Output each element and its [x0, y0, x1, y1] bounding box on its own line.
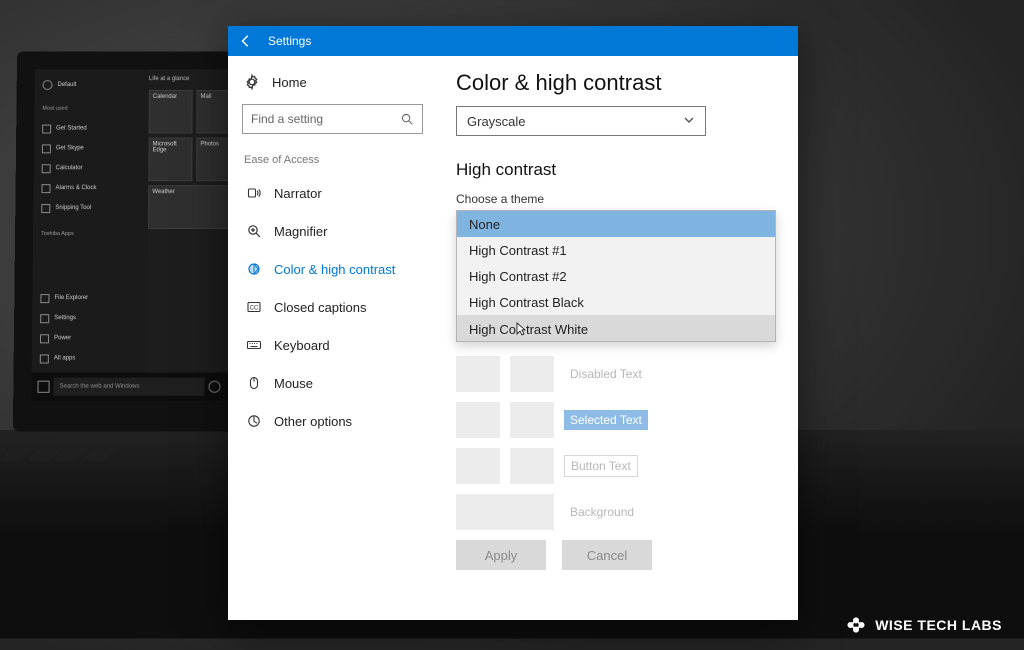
theme-dropdown[interactable]: None High Contrast #1 High Contrast #2 H… — [456, 210, 776, 342]
swatch — [510, 356, 554, 392]
keyboard-icon — [246, 337, 262, 353]
window-title: Settings — [268, 34, 311, 48]
back-button[interactable] — [238, 33, 254, 49]
option-label: High Cotrast White — [469, 320, 588, 337]
start-user: Default — [57, 82, 76, 88]
button-label: Apply — [485, 548, 518, 563]
search-placeholder: Find a setting — [251, 112, 323, 126]
option-label: None — [469, 217, 500, 232]
start-item: Snipping Tool — [55, 205, 91, 211]
search-icon — [400, 112, 414, 126]
contrast-icon — [246, 261, 262, 277]
cancel-button[interactable]: Cancel — [562, 540, 652, 570]
button-label: Cancel — [587, 548, 627, 563]
page-title: Color & high contrast — [456, 70, 776, 96]
chevron-down-icon — [683, 114, 695, 129]
watermark: WISE TECH LABS — [845, 614, 1002, 636]
tile: Mail — [201, 94, 212, 100]
option-label: High Contrast #1 — [469, 243, 567, 258]
nav-pane: Home Find a setting Ease of Access Narra… — [228, 56, 434, 620]
apply-button[interactable]: Apply — [456, 540, 546, 570]
settings-window: Settings Home Find a setting Ease of Acc… — [228, 26, 798, 620]
nav-label: Keyboard — [274, 338, 330, 353]
selected-text-chip: Selected Text — [564, 410, 648, 430]
theme-option-none[interactable]: None — [457, 211, 775, 237]
content-pane: Color & high contrast Grayscale High con… — [434, 56, 798, 620]
tile: Photos — [200, 141, 219, 147]
nav-keyboard[interactable]: Keyboard — [242, 326, 423, 364]
narrator-icon — [246, 185, 262, 201]
color-filter-combo[interactable]: Grayscale — [456, 106, 706, 136]
theme-preview: Disabled Text Selected Text Button Text … — [456, 356, 776, 530]
start-item: Get Skype — [56, 145, 84, 151]
theme-option-hc2[interactable]: High Contrast #2 — [457, 263, 775, 289]
start-item: Alarms & Clock — [55, 185, 96, 191]
start-bottom: Settings — [54, 315, 76, 321]
option-label: High Contrast #2 — [469, 269, 567, 284]
nav-color-high-contrast[interactable]: Color & high contrast — [242, 250, 423, 288]
svg-text:CC: CC — [250, 305, 259, 311]
swatch — [456, 402, 500, 438]
swatch — [456, 494, 554, 530]
tile: Weather — [152, 189, 175, 195]
swatch — [510, 448, 554, 484]
nav-other-options[interactable]: Other options — [242, 402, 423, 440]
button-text-chip: Button Text — [564, 455, 638, 477]
magnifier-icon — [246, 223, 262, 239]
start-icon — [37, 381, 49, 393]
nav-narrator[interactable]: Narrator — [242, 174, 423, 212]
start-bottom: Power — [54, 335, 71, 341]
cursor-icon — [516, 322, 526, 339]
gear-icon — [244, 74, 260, 90]
swatch — [456, 448, 500, 484]
start-item: Get Started — [56, 126, 87, 132]
nav-closed-captions[interactable]: CC Closed captions — [242, 288, 423, 326]
nav-label: Color & high contrast — [274, 262, 395, 277]
start-mostused: Most used — [42, 106, 67, 112]
disabled-text-chip: Disabled Text — [564, 364, 648, 384]
swatch — [456, 356, 500, 392]
nav-label: Magnifier — [274, 224, 327, 239]
swatch — [510, 402, 554, 438]
start-toshiba: Toshiba Apps — [41, 231, 74, 237]
theme-label: Choose a theme — [456, 192, 776, 206]
nav-label: Mouse — [274, 376, 313, 391]
color-filter-value: Grayscale — [467, 114, 526, 129]
home-label: Home — [272, 75, 307, 90]
nav-mouse[interactable]: Mouse — [242, 364, 423, 402]
search-input[interactable]: Find a setting — [242, 104, 423, 134]
start-bottom: File Explorer — [54, 295, 88, 301]
cc-icon: CC — [246, 299, 262, 315]
nav-magnifier[interactable]: Magnifier — [242, 212, 423, 250]
theme-option-hc1[interactable]: High Contrast #1 — [457, 237, 775, 263]
start-item: Calculator — [56, 165, 83, 171]
start-bottom: All apps — [54, 355, 76, 361]
high-contrast-heading: High contrast — [456, 160, 776, 180]
theme-option-hc-white[interactable]: High Cotrast White — [457, 315, 775, 341]
start-glance: Life at a glance — [149, 76, 189, 82]
section-heading: Ease of Access — [242, 154, 423, 174]
nav-label: Closed captions — [274, 300, 367, 315]
home-link[interactable]: Home — [242, 70, 423, 104]
cortana-icon — [208, 381, 220, 393]
titlebar: Settings — [228, 26, 798, 56]
tile: Calendar — [153, 94, 177, 100]
background-chip: Background — [564, 502, 640, 522]
nav-label: Other options — [274, 414, 352, 429]
taskbar-search: Search the web and Windows — [54, 378, 205, 396]
other-icon — [246, 413, 262, 429]
theme-option-hc-black[interactable]: High Contrast Black — [457, 289, 775, 315]
option-label: High Contrast Black — [469, 295, 584, 310]
tile: Microsoft Edge — [152, 141, 176, 153]
nav-label: Narrator — [274, 186, 322, 201]
mouse-icon — [246, 375, 262, 391]
